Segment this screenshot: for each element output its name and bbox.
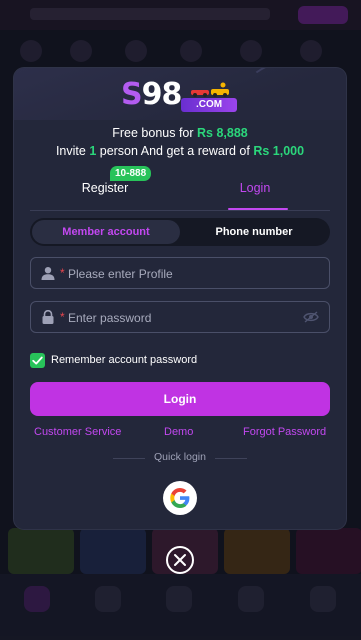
required-marker: * xyxy=(60,310,65,324)
phone-number-option[interactable]: Phone number xyxy=(180,220,328,244)
race-car-icon xyxy=(191,82,229,97)
bonus-line-2: Invite 1 person And get a reward of Rs 1… xyxy=(14,144,346,158)
divider-line xyxy=(215,458,247,459)
logo-domain-badge: .COM xyxy=(181,98,237,112)
profile-input[interactable] xyxy=(66,263,310,285)
lock-icon xyxy=(42,310,54,324)
remember-checkbox[interactable] xyxy=(30,353,45,368)
quick-login-label: Quick login xyxy=(154,451,206,463)
invite-text: Invite xyxy=(55,144,90,158)
member-account-option[interactable]: Member account xyxy=(32,220,180,244)
bonus-info: Free bonus for Rs 8,888 Invite 1 person … xyxy=(14,126,346,158)
logo-number: 98 xyxy=(141,77,183,112)
tab-login-label: Login xyxy=(239,181,271,195)
google-icon xyxy=(170,488,190,508)
close-icon xyxy=(174,554,186,566)
bonus-amount: Rs 8,888 xyxy=(197,126,248,140)
required-marker: * xyxy=(60,266,65,280)
password-input[interactable] xyxy=(66,307,310,329)
password-field: * xyxy=(30,301,330,333)
brand-logo: S98 .COM xyxy=(121,78,251,114)
register-bonus-badge: 10-888 xyxy=(110,166,152,181)
logo-letter: S xyxy=(121,77,143,112)
checkmark-icon xyxy=(32,356,43,365)
login-button[interactable]: Login xyxy=(30,382,330,416)
tab-register-label: Register xyxy=(81,181,129,195)
tab-login[interactable]: Login xyxy=(180,174,330,210)
quick-login-divider: Quick login xyxy=(14,451,346,465)
account-type-toggle: Member account Phone number xyxy=(30,218,330,246)
active-tab-indicator xyxy=(228,208,288,210)
help-links: Customer Service Demo Forgot Password xyxy=(30,426,330,440)
eye-off-icon[interactable] xyxy=(303,311,319,323)
demo-link[interactable]: Demo xyxy=(164,426,193,438)
forgot-password-link[interactable]: Forgot Password xyxy=(243,426,326,438)
divider-line xyxy=(113,458,145,459)
customer-service-link[interactable]: Customer Service xyxy=(34,426,121,438)
remember-label: Remember account password xyxy=(51,354,198,366)
user-icon xyxy=(41,267,55,280)
login-modal: S98 .COM Free bonus for Rs 8,888 Invite … xyxy=(14,68,346,529)
invite-text-middle: person And get a reward of xyxy=(96,144,254,158)
bonus-text: Free bonus for xyxy=(112,126,198,140)
tab-register[interactable]: Register 10-888 xyxy=(30,166,180,210)
profile-field: * xyxy=(30,257,330,289)
auth-tabs: Register 10-888 Login xyxy=(30,166,330,211)
google-login-button[interactable] xyxy=(163,481,197,515)
bonus-line-1: Free bonus for Rs 8,888 xyxy=(14,126,346,140)
close-modal-button[interactable] xyxy=(166,546,194,574)
modal-header: S98 .COM xyxy=(14,68,346,120)
reward-amount: Rs 1,000 xyxy=(253,144,305,158)
